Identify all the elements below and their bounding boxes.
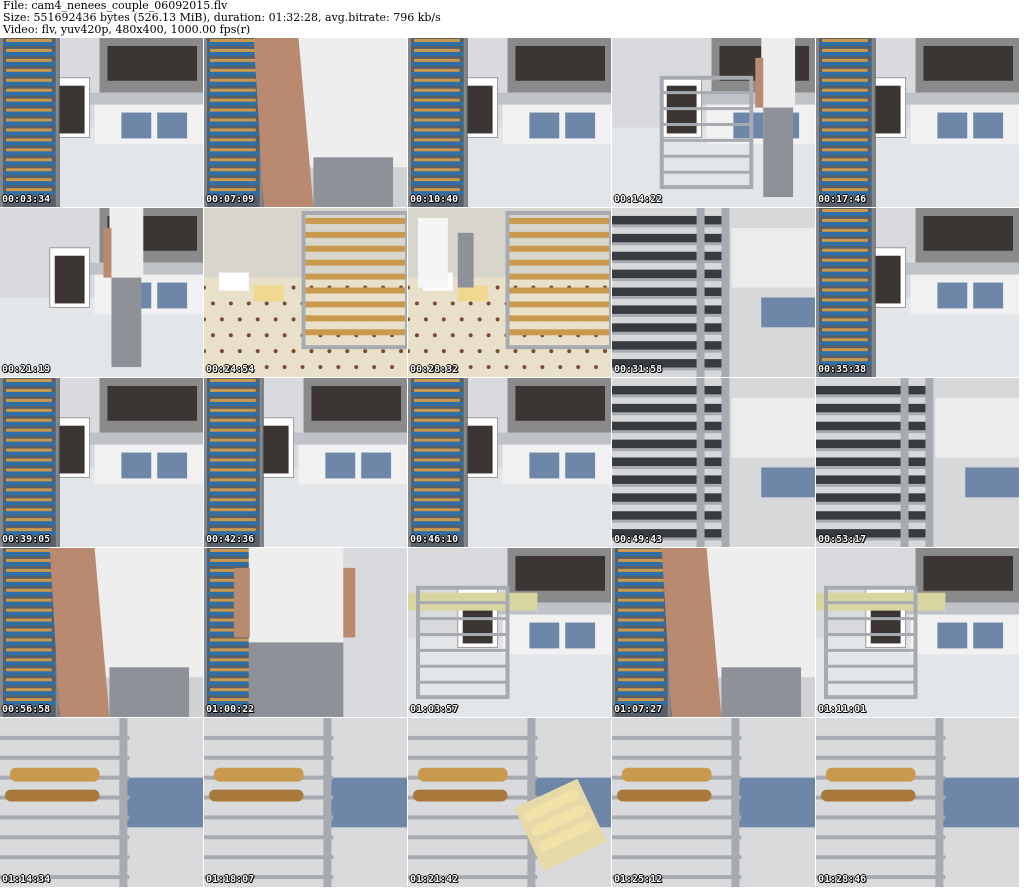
thumbnail-frame [0, 208, 203, 377]
thumbnail-frame [0, 718, 203, 887]
timestamp-label: 01:03:57 [410, 704, 459, 715]
thumbnail-frame [408, 718, 611, 887]
thumbnail-frame [204, 38, 407, 207]
video-thumbnail[interactable]: 01:28:46 [816, 718, 1020, 888]
video-thumbnail[interactable]: 01:18:07 [204, 718, 408, 888]
thumbnail-frame [816, 718, 1019, 887]
timestamp-label: 01:00:22 [206, 704, 255, 715]
timestamp-label: 00:17:46 [818, 194, 867, 205]
thumbnail-grid: 00:03:34 00:07:09 00:10:40 00:14:22 00:1… [0, 38, 1024, 888]
video-thumbnail[interactable]: 00:53:17 [816, 378, 1020, 548]
thumbnail-frame [408, 548, 611, 717]
timestamp-label: 00:24:54 [206, 364, 255, 375]
thumbnail-frame [816, 548, 1019, 717]
timestamp-label: 00:14:22 [614, 194, 663, 205]
timestamp-label: 00:07:09 [206, 194, 255, 205]
video-thumbnail[interactable]: 00:03:34 [0, 38, 204, 208]
timestamp-label: 00:28:32 [410, 364, 459, 375]
thumbnail-frame [204, 548, 407, 717]
video-thumbnail[interactable]: 01:03:57 [408, 548, 612, 718]
timestamp-label: 00:49:43 [614, 534, 663, 545]
thumbnail-frame [408, 38, 611, 207]
thumbnail-frame [612, 718, 815, 887]
video-thumbnail[interactable]: 00:17:46 [816, 38, 1020, 208]
thumbnail-frame [408, 208, 611, 377]
timestamp-label: 01:28:46 [818, 874, 867, 885]
video-thumbnail[interactable]: 01:00:22 [204, 548, 408, 718]
timestamp-label: 01:07:27 [614, 704, 663, 715]
thumbnail-frame [0, 38, 203, 207]
thumbnail-frame [612, 208, 815, 377]
video-thumbnail[interactable]: 00:28:32 [408, 208, 612, 378]
video-thumbnail[interactable]: 00:21:19 [0, 208, 204, 378]
timestamp-label: 00:39:05 [2, 534, 51, 545]
timestamp-label: 01:25:12 [614, 874, 663, 885]
timestamp-label: 01:14:34 [2, 874, 51, 885]
thumbnail-frame [0, 378, 203, 547]
thumbnail-frame [408, 378, 611, 547]
video-thumbnail[interactable]: 00:35:38 [816, 208, 1020, 378]
timestamp-label: 00:53:17 [818, 534, 867, 545]
video-thumbnail[interactable]: 00:14:22 [612, 38, 816, 208]
timestamp-label: 00:31:58 [614, 364, 663, 375]
video-thumbnail[interactable]: 00:07:09 [204, 38, 408, 208]
video-thumbnail[interactable]: 00:31:58 [612, 208, 816, 378]
timestamp-label: 00:03:34 [2, 194, 51, 205]
timestamp-label: 00:42:36 [206, 534, 255, 545]
video-thumbnail[interactable]: 00:56:58 [0, 548, 204, 718]
video-thumbnail[interactable]: 01:25:12 [612, 718, 816, 888]
thumbnail-frame [816, 38, 1019, 207]
thumbnail-frame [612, 378, 815, 547]
video-thumbnail[interactable]: 01:14:34 [0, 718, 204, 888]
thumbnail-frame [816, 208, 1019, 377]
thumbnail-frame [204, 718, 407, 887]
video-thumbnail[interactable]: 01:11:01 [816, 548, 1020, 718]
timestamp-label: 00:21:19 [2, 364, 51, 375]
thumbnail-frame [612, 38, 815, 207]
thumbnail-frame [0, 548, 203, 717]
timestamp-label: 00:10:40 [410, 194, 459, 205]
thumbnail-frame [204, 378, 407, 547]
video-info-line: Video: flv, yuv420p, 480x400, 1000.00 fp… [3, 23, 251, 36]
video-thumbnail[interactable]: 00:24:54 [204, 208, 408, 378]
timestamp-label: 01:11:01 [818, 704, 867, 715]
video-thumbnail[interactable]: 00:42:36 [204, 378, 408, 548]
video-thumbnail[interactable]: 01:21:42 [408, 718, 612, 888]
file-info-header: File: cam4_nenees_couple_06092015.flv Si… [3, 0, 441, 36]
thumbnail-frame [816, 378, 1019, 547]
video-thumbnail[interactable]: 00:49:43 [612, 378, 816, 548]
video-thumbnail[interactable]: 01:07:27 [612, 548, 816, 718]
video-thumbnail[interactable]: 00:46:10 [408, 378, 612, 548]
video-thumbnail[interactable]: 00:10:40 [408, 38, 612, 208]
timestamp-label: 01:21:42 [410, 874, 459, 885]
timestamp-label: 00:35:38 [818, 364, 867, 375]
timestamp-label: 01:18:07 [206, 874, 255, 885]
thumbnail-frame [612, 548, 815, 717]
thumbnail-frame [204, 208, 407, 377]
timestamp-label: 00:56:58 [2, 704, 51, 715]
video-thumbnail[interactable]: 00:39:05 [0, 378, 204, 548]
timestamp-label: 00:46:10 [410, 534, 459, 545]
